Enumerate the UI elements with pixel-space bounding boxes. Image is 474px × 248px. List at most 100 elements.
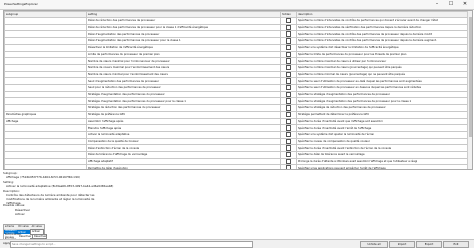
hidden-checkbox[interactable] [285,145,292,151]
settings-table: subgroup setting hidden description Déla… [4,11,472,169]
hidden-checkbox[interactable] [285,51,292,57]
hidden-checkbox[interactable] [285,112,292,118]
table-row[interactable]: Délai de réduction des performances de p… [4,23,472,32]
hidden-checkbox[interactable] [285,159,292,165]
setting-cell: Nombre de cœurs maximal pour l'ordonnanc… [86,57,281,65]
table-row[interactable]: Paramètres graphiques Stratégie de préfér… [4,110,472,119]
table-row[interactable]: Limite de performances du processeur de … [4,50,472,59]
hidden-checkbox[interactable] [285,31,292,37]
possible-values-label: Possible values: [3,203,26,207]
hidden-checkbox[interactable] [285,92,292,97]
table-row[interactable]: Stratégie d'augmentation des performance… [4,90,472,99]
hidden-checkbox-cell[interactable] [280,57,297,65]
hidden-checkbox-cell[interactable] [280,130,297,139]
description-cell: Spécifiez si le système doit ajuster la … [296,130,472,139]
table-row[interactable]: Stratégie de réduction des performances … [4,104,472,112]
table-row[interactable]: Affichage Assombrir l'affichage après Spéc… [4,117,472,126]
subgroup-cell [4,144,87,153]
setting-cell: Délai d'augmentation des performances de… [86,37,281,45]
hidden-checkbox[interactable] [285,25,292,30]
hidden-checkbox[interactable] [285,98,292,104]
hidden-checkbox-cell[interactable] [280,43,297,52]
description-cell: Spécifiez le nombre d'intervalles de con… [296,37,472,45]
settings-grid[interactable]: subgroup setting hidden description Déla… [3,10,473,170]
hidden-checkbox[interactable] [285,38,292,44]
setting-cell: Seuil d'augmentation des performances de… [86,77,281,86]
description-cell: Spécifiez le délai de tolérance avant le… [296,151,472,159]
subgroup-cell [4,151,87,159]
dc-value[interactable]: Désactiver [18,235,31,238]
hidden-checkbox[interactable] [285,125,292,131]
table-row[interactable]: Délai d'extinction d'écran de la console… [4,144,472,153]
subgroup-cell [4,97,87,106]
minimize-icon[interactable]: – [430,1,444,8]
hidden-checkbox[interactable] [285,45,292,51]
subgroup-cell [4,90,87,99]
table-row[interactable]: Délai de réduction des performances de p… [4,17,472,25]
possible-value-1: Activer [15,212,25,216]
table-row[interactable]: Délai de tolérance d'affichage du verrou… [4,151,472,159]
hidden-checkbox-cell[interactable] [280,157,297,166]
hidden-checkbox-cell[interactable] [280,37,297,45]
hidden-checkbox-cell[interactable] [280,70,297,79]
table-row[interactable]: Nombre de coeurs maximal pour l'endormis… [4,63,472,72]
hidden-checkbox[interactable] [285,65,292,71]
subgroup-cell [4,130,87,139]
hidden-checkbox-cell[interactable] [280,124,297,132]
setting-cell: Seuil pour la réduction des performances… [86,84,281,92]
setting-cell: Nombre de coeurs maximal pour l'endormis… [86,63,281,72]
setting-cell: Stratégie d'augmentation des performance… [86,97,281,106]
table-row[interactable]: Nombre de cœurs maximal pour l'ordonnanc… [4,57,472,65]
table-row[interactable]: Éteindre l'affichage après Spécifiez la d… [4,124,472,132]
scrollbar-thumb[interactable] [468,17,472,137]
table-row[interactable]: Nombre de cœurs minimal pour l'endormiss… [4,70,472,79]
subgroup-cell [4,43,87,52]
hidden-checkbox-cell[interactable] [280,17,297,25]
table-row[interactable]: Activer la luminosité adaptative Spécifie… [4,130,472,139]
subgroup-value: Affichage (7516b95f-f776-4464-8c53-06167… [6,175,80,179]
close-icon[interactable]: ✕ [458,1,472,8]
table-row[interactable]: Délai d'augmentation des performances de… [4,37,472,45]
table-row[interactable]: Désactiver la limitation de l'efficacité… [4,43,472,52]
hidden-checkbox[interactable] [285,18,292,24]
setting-cell: Activer la luminosité adaptative [86,130,281,139]
hidden-checkbox[interactable] [285,58,292,64]
vertical-scrollbar[interactable] [467,11,472,169]
hidden-checkbox-cell[interactable] [280,110,297,119]
hidden-checkbox-cell[interactable] [280,84,297,92]
hidden-checkbox-cell[interactable] [280,23,297,32]
hidden-checkbox[interactable] [285,132,292,138]
setting-cell: Désactiver la limitation de l'efficacité… [86,43,281,52]
hidden-checkbox-cell[interactable] [280,144,297,153]
subgroup-cell: Affichage [4,117,87,126]
hidden-checkbox-cell[interactable] [280,50,297,59]
hidden-checkbox-cell[interactable] [280,104,297,112]
setting-cell: Délai de réduction des performances de p… [86,23,281,32]
maximize-icon[interactable]: ☐ [444,1,458,8]
subgroup-cell [4,57,87,65]
subgroup-cell [4,157,87,166]
hidden-checkbox[interactable] [285,105,292,111]
table-row[interactable]: Seuil d'augmentation des performances de… [4,77,472,86]
table-row[interactable]: Seuil pour la réduction des performances… [4,84,472,92]
table-row[interactable]: Délai d'augmentation des performances de… [4,30,472,39]
hidden-checkbox-cell[interactable] [280,63,297,72]
hidden-checkbox[interactable] [285,139,292,144]
hidden-checkbox[interactable] [285,152,292,158]
table-row[interactable]: Stratégie d'augmentation des performance… [4,97,472,106]
hidden-checkbox-cell[interactable] [280,77,297,86]
hidden-checkbox[interactable] [285,78,292,84]
hidden-checkbox[interactable] [285,72,292,77]
description-cell: Spécifiez le nombre minimal de cœurs (po… [296,70,472,79]
table-row[interactable]: Affichage adaptatif Prolonge la durée d'a… [4,157,472,166]
hidden-checkbox-cell[interactable] [280,137,297,146]
hidden-checkbox-cell[interactable] [280,97,297,106]
hidden-checkbox-cell[interactable] [280,30,297,39]
setting-cell: Assombrir l'affichage après [86,117,281,126]
hidden-checkbox-cell[interactable] [280,90,297,99]
hidden-checkbox-cell[interactable] [280,151,297,159]
hidden-checkbox[interactable] [285,85,292,91]
hidden-checkbox-cell[interactable] [280,117,297,126]
hidden-checkbox[interactable] [285,119,292,124]
table-row[interactable]: Compensation de la qualité de Couleur Spé… [4,137,472,146]
